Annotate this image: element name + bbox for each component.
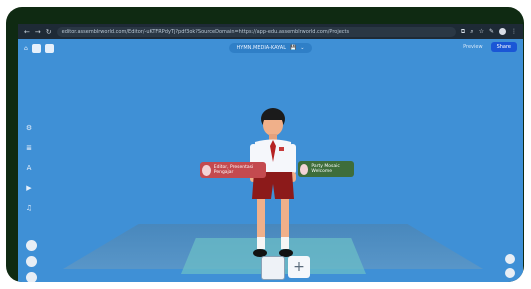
- add-scene-button[interactable]: +: [288, 256, 310, 278]
- menu-icon[interactable]: ⋮: [511, 28, 517, 35]
- name-tag-right-label: Party Mosaic Welcome: [311, 164, 340, 174]
- play-icon[interactable]: ▶: [26, 184, 31, 192]
- left-toolbar: ⚙ ≣ A ▶ ♫: [23, 124, 35, 212]
- redo-button[interactable]: [44, 43, 54, 53]
- color-icon[interactable]: [26, 272, 37, 282]
- star-icon[interactable]: ☆: [479, 28, 484, 35]
- zoom-icon[interactable]: ⌕: [470, 28, 473, 36]
- extensions-icon[interactable]: ⧉: [461, 28, 465, 36]
- name-tag-left-label: Editor, Presentasi Pengajar: [213, 165, 254, 175]
- scene-thumbnail[interactable]: [261, 256, 285, 280]
- home-icon[interactable]: ⌂: [24, 45, 28, 52]
- tag-avatar-icon: [202, 164, 211, 176]
- reload-icon[interactable]: ↻: [46, 28, 52, 36]
- back-icon[interactable]: ←: [24, 28, 30, 36]
- editor-topbar: ⌂ HYMN.MEDIA-KAYAL 💾 ⌄ Preview Share: [18, 39, 523, 57]
- browser-actions: ⧉ ⌕ ☆ ✎ ⋮: [461, 28, 517, 36]
- project-title-pill[interactable]: HYMN.MEDIA-KAYAL 💾 ⌄: [228, 43, 313, 53]
- layers-icon[interactable]: ≣: [26, 144, 32, 152]
- settings-icon[interactable]: ⚙: [26, 124, 32, 132]
- user-icon[interactable]: [505, 254, 515, 264]
- target-icon[interactable]: [26, 256, 37, 267]
- preview-button[interactable]: Preview: [463, 44, 482, 50]
- chevron-down-icon: ⌄: [300, 45, 305, 51]
- save-icon: 💾: [290, 45, 297, 51]
- rotate-icon[interactable]: [26, 240, 37, 251]
- name-tag-right[interactable]: Party Mosaic Welcome: [298, 161, 354, 177]
- url-field[interactable]: editor.assemblrworld.com/Editor/-uKTFRPd…: [56, 26, 456, 37]
- project-title: HYMN.MEDIA-KAYAL: [236, 45, 287, 51]
- profile-avatar-icon[interactable]: [499, 28, 506, 35]
- forward-icon[interactable]: →: [35, 28, 41, 36]
- name-tag-left[interactable]: Editor, Presentasi Pengajar: [200, 162, 266, 178]
- text-icon[interactable]: A: [27, 164, 32, 172]
- bottom-left-controls: [26, 240, 37, 282]
- puzzle-icon[interactable]: ✎: [489, 28, 494, 35]
- stop-icon[interactable]: [505, 268, 515, 278]
- tag-avatar-icon: [300, 163, 309, 175]
- music-icon[interactable]: ♫: [26, 204, 32, 212]
- device-frame: ← → ↻ editor.assemblrworld.com/Editor/-u…: [6, 7, 524, 282]
- address-bar: ← → ↻ editor.assemblrworld.com/Editor/-u…: [18, 24, 523, 39]
- top-right-actions: Preview Share: [463, 42, 517, 52]
- undo-button[interactable]: [31, 43, 41, 53]
- student-character-model[interactable]: [243, 102, 303, 267]
- bottom-right-controls: [505, 254, 515, 278]
- browser-window: ← → ↻ editor.assemblrworld.com/Editor/-u…: [18, 24, 523, 282]
- share-button[interactable]: Share: [490, 42, 517, 52]
